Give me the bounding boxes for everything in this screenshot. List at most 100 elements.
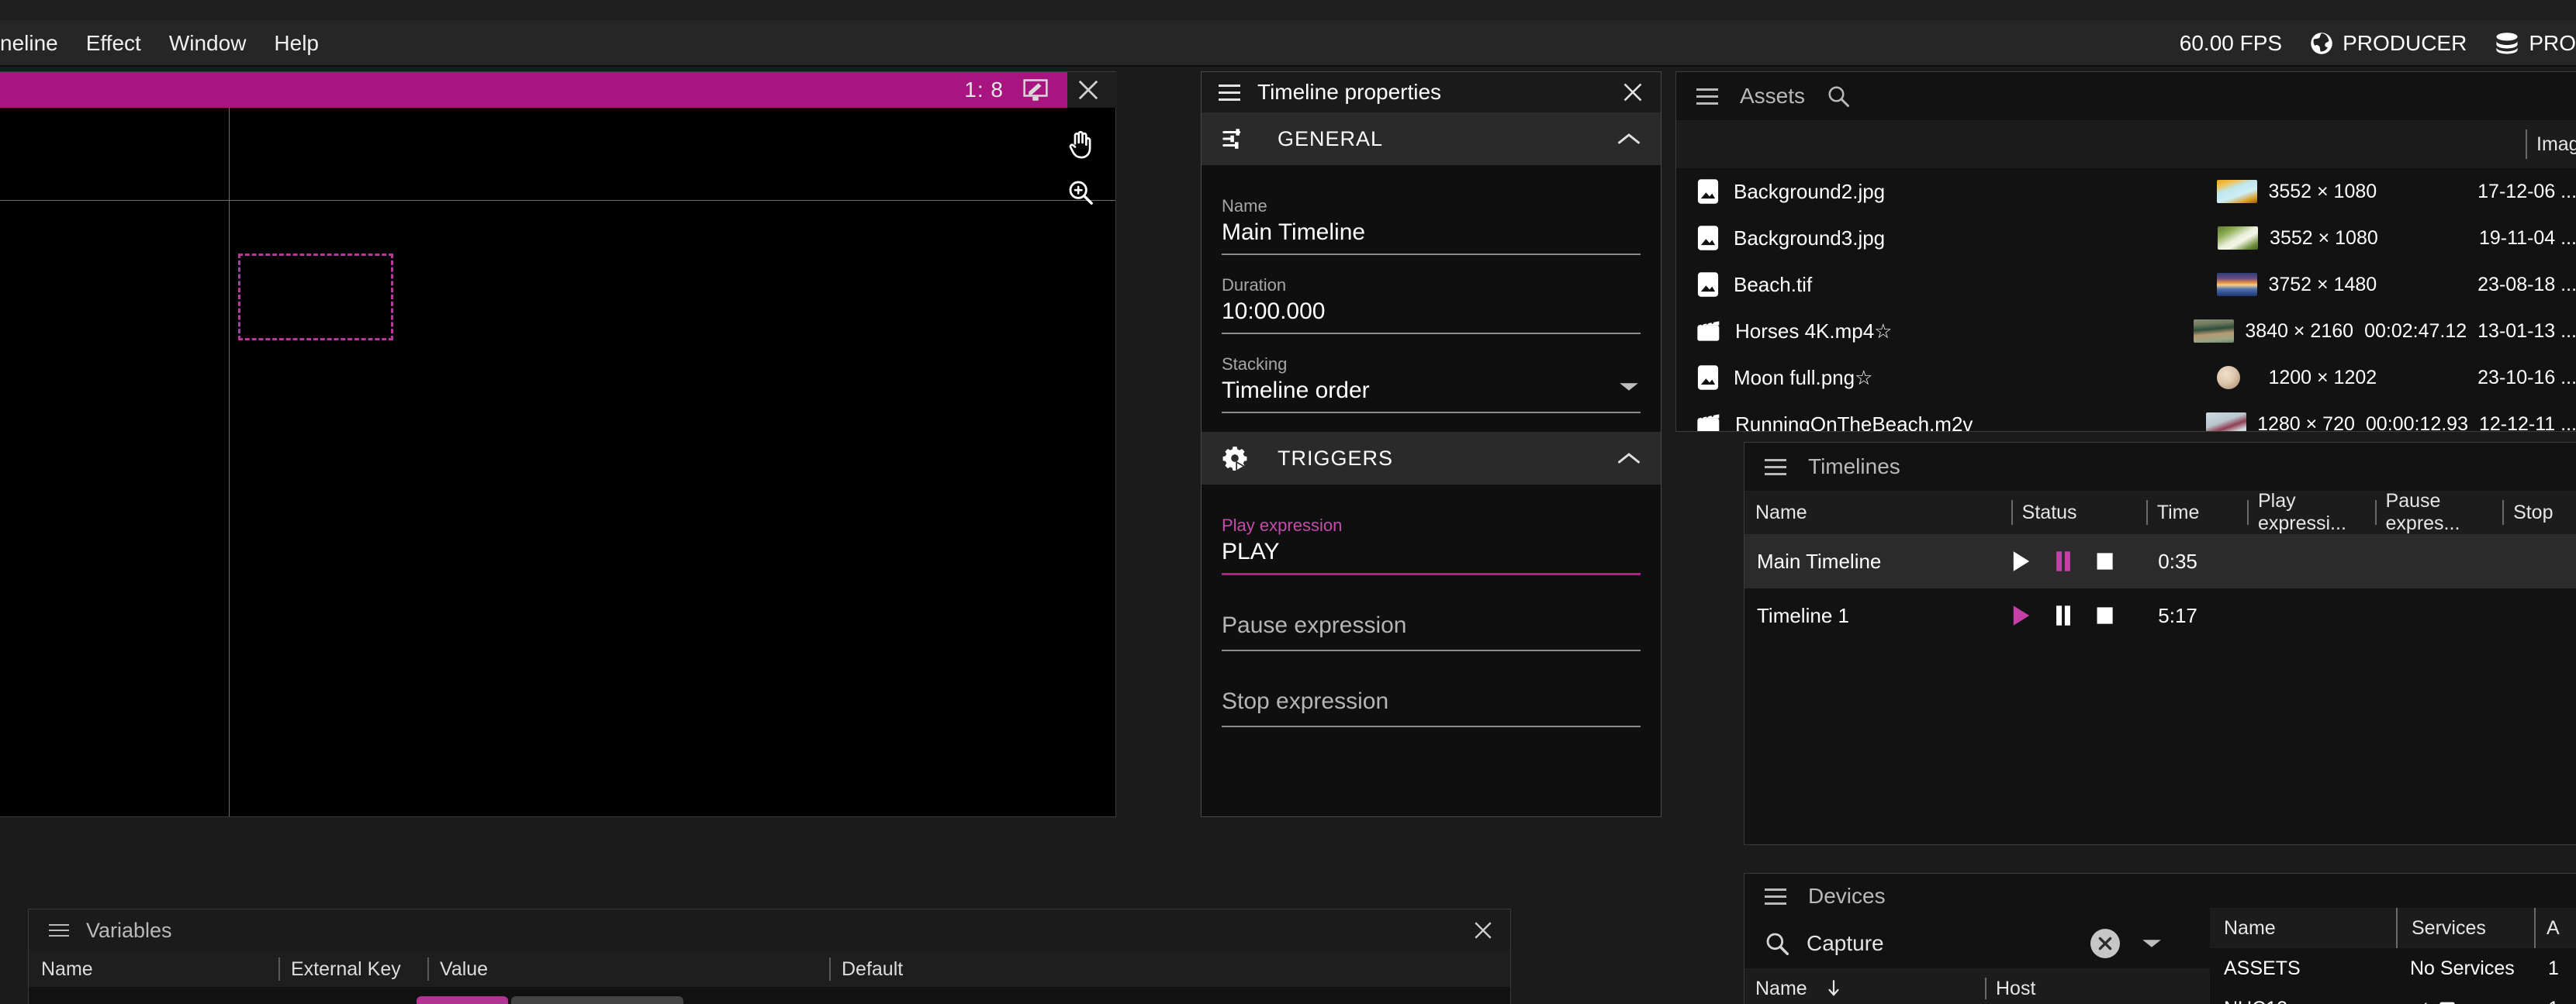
- asset-name-cell[interactable]: Moon full.png☆: [1676, 364, 2206, 391]
- device-a: 1: [2548, 957, 2559, 979]
- chevron-down-icon[interactable]: [1619, 381, 1639, 393]
- table-row[interactable]: Main Timeline 0:35: [1744, 534, 2576, 588]
- asset-name-cell[interactable]: Beach.tif: [1676, 271, 2206, 298]
- column-header-status[interactable]: Status: [2011, 491, 2146, 534]
- field-play-expression[interactable]: Play expression PLAY: [1202, 508, 1661, 575]
- video-icon: [1696, 412, 1721, 431]
- table-row[interactable]: NUC12 1: [2210, 988, 2576, 1004]
- field-value-stacking[interactable]: Timeline order: [1222, 378, 1641, 412]
- column-header-name[interactable]: Name: [2210, 908, 2396, 948]
- column-header-services[interactable]: Services: [2396, 908, 2534, 948]
- viewport-accent-bar: 1: 8: [0, 72, 1067, 108]
- table-row[interactable]: ASSETS No Services 1: [2210, 948, 2576, 988]
- column-header-host[interactable]: Host: [1985, 968, 2202, 1004]
- field-stop-expression[interactable]: Stop expression: [1202, 668, 1661, 727]
- chevron-up-icon[interactable]: [1617, 131, 1641, 147]
- variable-value-chip-inactive[interactable]: [511, 996, 683, 1004]
- timelines-header: Timelines: [1744, 443, 2576, 491]
- menu-hamburger-icon[interactable]: [1696, 88, 1718, 105]
- pan-hand-icon[interactable]: [1067, 129, 1094, 159]
- image-icon: [1696, 271, 1720, 298]
- menu-hamburger-icon[interactable]: [1219, 84, 1240, 101]
- search-icon[interactable]: [1827, 85, 1850, 108]
- viewport-canvas[interactable]: [0, 108, 1115, 816]
- selection-rectangle[interactable]: [238, 254, 393, 340]
- timelines-column-headers: Name Status Time Play expressi... Pause …: [1744, 490, 2576, 534]
- clear-circle-icon[interactable]: [2090, 929, 2120, 958]
- devices-search-input[interactable]: Capture: [1807, 931, 1884, 956]
- device-name: NUC12: [2210, 998, 2396, 1004]
- asset-thumbnail: [2206, 273, 2258, 296]
- guide-vertical: [229, 108, 230, 816]
- section-header-general[interactable]: GENERAL: [1202, 112, 1661, 165]
- column-header-pause-expression[interactable]: Pause expres...: [2374, 490, 2503, 534]
- timeline-properties-header: Timeline properties: [1202, 72, 1661, 112]
- menu-divider: [0, 65, 2576, 67]
- asset-name-cell[interactable]: Horses 4K.mp4☆: [1676, 319, 2183, 343]
- variable-value-chip-active[interactable]: [417, 996, 508, 1004]
- screen-edit-icon[interactable]: [1022, 78, 1049, 102]
- devices-search-bar[interactable]: Capture: [1744, 919, 2210, 968]
- menu-item-help[interactable]: Help: [260, 20, 333, 67]
- field-name[interactable]: Name Main Timeline: [1202, 188, 1661, 255]
- chevron-up-icon[interactable]: [1617, 450, 1641, 466]
- column-header-stop-expression[interactable]: Stop: [2502, 491, 2576, 534]
- asset-name-cell[interactable]: Background2.jpg: [1676, 178, 2206, 205]
- field-value-play-expression[interactable]: PLAY: [1222, 539, 1641, 573]
- table-row[interactable]: Background3.jpg 3552 × 1080 19-11-04 ...: [1676, 215, 2576, 261]
- menu-bar: neline Effect Window Help 60.00 FPS PROD…: [0, 20, 2576, 67]
- menu-item-timeline[interactable]: neline: [0, 20, 72, 67]
- column-header-name[interactable]: Name: [29, 951, 278, 987]
- timeline-properties-panel: Timeline properties GENERAL Name Main Ti…: [1201, 71, 1661, 817]
- table-row[interactable]: Horses 4K.mp4☆ 3840 × 2160 00:02:47.12 1…: [1676, 308, 2576, 354]
- column-header-default[interactable]: Default: [829, 951, 984, 987]
- menu-hamburger-icon[interactable]: [49, 924, 69, 937]
- stop-button[interactable]: [2095, 551, 2114, 571]
- column-header-image[interactable]: Image: [2526, 120, 2576, 168]
- chevron-down-icon[interactable]: [2142, 937, 2162, 950]
- asset-name-cell[interactable]: Background3.jpg: [1676, 225, 2207, 251]
- assets-title: Assets: [1740, 84, 1806, 108]
- table-row[interactable]: Beach.tif 3752 × 1480 23-08-18 ...: [1676, 261, 2576, 308]
- column-header-time[interactable]: Time: [2146, 491, 2247, 534]
- asset-name-label: Moon full.png☆: [1734, 365, 1873, 389]
- pause-button[interactable]: [2053, 605, 2073, 626]
- variables-close-button[interactable]: [1473, 920, 1493, 940]
- asset-name-cell[interactable]: RunningOnTheBeach.m2v: [1676, 412, 2195, 431]
- device-name: ASSETS: [2224, 957, 2301, 979]
- assets-header: Assets: [1676, 72, 2576, 120]
- menu-item-effect[interactable]: Effect: [72, 20, 155, 67]
- timeline-properties-close-button[interactable]: [1622, 81, 1644, 103]
- column-header-name[interactable]: Name: [1744, 491, 2011, 534]
- producer-status[interactable]: PRODUCER: [2310, 31, 2467, 56]
- field-value-name[interactable]: Main Timeline: [1222, 219, 1641, 254]
- table-row[interactable]: Moon full.png☆ 1200 × 1202 23-10-16 ...: [1676, 354, 2576, 401]
- column-header-value[interactable]: Value: [427, 951, 829, 987]
- field-value-duration[interactable]: 10:00.000: [1222, 298, 1641, 333]
- asset-date: 19-11-04 ...: [2478, 226, 2576, 249]
- field-underline-accent: [1222, 573, 1641, 575]
- stop-button[interactable]: [2095, 606, 2114, 626]
- pause-button[interactable]: [2053, 550, 2073, 572]
- zoom-in-icon[interactable]: [1067, 179, 1094, 205]
- field-pause-expression[interactable]: Pause expression: [1202, 592, 1661, 651]
- column-header-external-key[interactable]: External Key: [278, 951, 427, 987]
- search-icon[interactable]: [1765, 931, 1789, 956]
- play-button[interactable]: [2011, 550, 2031, 572]
- asset-date: 13-01-13 ...: [2477, 319, 2576, 342]
- viewport-close-button[interactable]: [1077, 72, 1100, 108]
- table-row[interactable]: Background2.jpg 3552 × 1080 17-12-06 ...: [1676, 168, 2576, 215]
- table-row[interactable]: RunningOnTheBeach.m2v 1280 × 720 00:00:1…: [1676, 401, 2576, 431]
- menu-hamburger-icon[interactable]: [1765, 888, 1786, 905]
- menu-hamburger-icon[interactable]: [1765, 458, 1786, 475]
- menu-item-window[interactable]: Window: [155, 20, 261, 67]
- table-row[interactable]: Timeline 1 5:17: [1744, 588, 2576, 643]
- column-header-play-expression[interactable]: Play expressi...: [2246, 490, 2375, 534]
- gear-play-icon: [1222, 445, 1248, 471]
- field-duration[interactable]: Duration 10:00.000: [1202, 267, 1661, 334]
- column-header-a[interactable]: A: [2534, 908, 2576, 948]
- section-header-triggers[interactable]: TRIGGERS: [1202, 432, 1661, 485]
- field-stacking[interactable]: Stacking Timeline order: [1202, 347, 1661, 413]
- play-button[interactable]: [2011, 605, 2031, 626]
- pro-status[interactable]: PRO: [2495, 31, 2576, 56]
